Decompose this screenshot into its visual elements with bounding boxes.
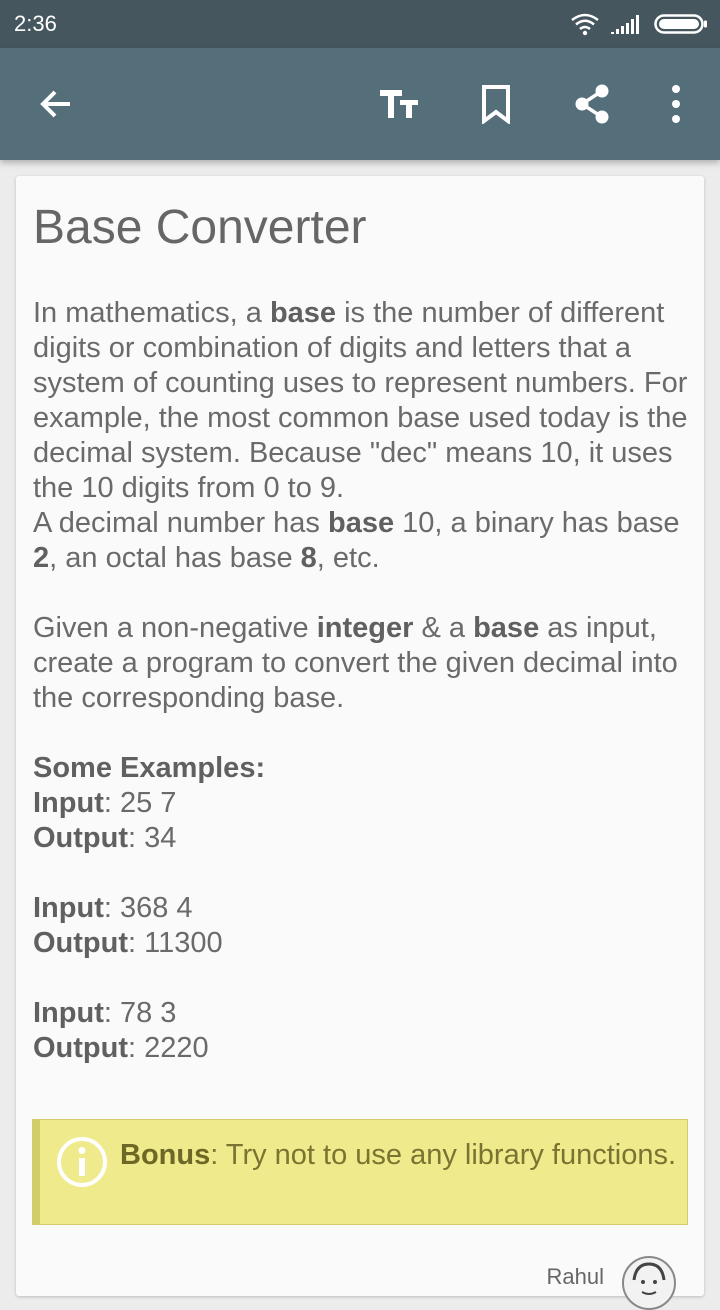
author-name[interactable]: Rahul (547, 1264, 604, 1290)
input-value: : 25 7 (103, 787, 177, 819)
status-bar: 2:36 (0, 0, 720, 48)
output-value: : 34 (128, 822, 177, 854)
text-span: , an octal has base (49, 542, 301, 574)
article-card: Base Converter In mathematics, a base is… (16, 176, 704, 1310)
input-value: : 368 4 (103, 892, 193, 924)
bonus-label: Bonus (120, 1139, 211, 1171)
article-title: Base Converter (33, 201, 367, 254)
arrow-left-icon (40, 90, 70, 118)
bookmark-icon (482, 85, 510, 124)
input-label: Input (33, 787, 104, 819)
text-span: 10, a binary has base (394, 507, 680, 539)
bold-term: integer (316, 612, 414, 644)
share-button[interactable] (564, 76, 620, 132)
more-vertical-icon (672, 85, 680, 123)
input-label: Input (33, 892, 104, 924)
status-icons (570, 10, 708, 38)
intro-paragraph: In mathematics, a base is the number of … (33, 296, 693, 506)
examples-heading-text: Some Examples: (33, 752, 266, 784)
task-paragraph: Given a non-negative integer & a base as… (33, 611, 693, 716)
article-body: In mathematics, a base is the number of … (33, 296, 693, 1066)
example-input: Input: 25 7 (33, 786, 693, 821)
bonus-text: Bonus: Try not to use any library functi… (120, 1138, 680, 1173)
status-time: 2:36 (14, 11, 57, 36)
output-value: : 2220 (128, 1032, 209, 1064)
bold-term: base (473, 612, 540, 644)
bookmark-button[interactable] (468, 76, 524, 132)
text-span: A decimal number has (33, 507, 328, 539)
battery-icon (654, 14, 707, 34)
example-output: Output: 2220 (33, 1031, 693, 1066)
bold-term: base (269, 297, 337, 329)
input-label: Input (33, 997, 104, 1029)
bold-term: base (327, 507, 395, 539)
bonus-callout: Bonus: Try not to use any library functi… (32, 1119, 688, 1225)
text-span: , etc. (316, 542, 380, 574)
text-span: Given a non-negative (33, 612, 317, 644)
more-options-button[interactable] (648, 76, 704, 132)
example-input: Input: 368 4 (33, 891, 693, 926)
bonus-body: : Try not to use any library functions. (210, 1139, 677, 1171)
author-avatar[interactable] (622, 1256, 676, 1310)
signal-icon (611, 15, 639, 34)
text-size-button[interactable] (372, 76, 428, 132)
examples-heading: Some Examples: (33, 751, 693, 786)
output-label: Output (33, 1032, 129, 1064)
bold-term: 8 (300, 542, 317, 574)
share-icon (575, 84, 609, 124)
text-span: In mathematics, a (33, 297, 270, 329)
wifi-icon (571, 13, 599, 36)
avatar-face-icon (632, 1262, 666, 1295)
app-bar (0, 48, 720, 160)
info-icon (57, 1137, 107, 1187)
example-output: Output: 34 (33, 821, 693, 856)
example-input: Input: 78 3 (33, 996, 693, 1031)
back-button[interactable] (28, 76, 84, 132)
bold-term: 2 (33, 542, 50, 574)
output-label: Output (33, 822, 129, 854)
example-output: Output: 11300 (33, 926, 693, 961)
input-value: : 78 3 (103, 997, 177, 1029)
base-examples-paragraph: A decimal number has base 10, a binary h… (33, 506, 693, 576)
output-value: : 11300 (128, 927, 223, 959)
output-label: Output (33, 927, 129, 959)
text-size-icon (380, 90, 418, 118)
text-span: & a (413, 612, 474, 644)
